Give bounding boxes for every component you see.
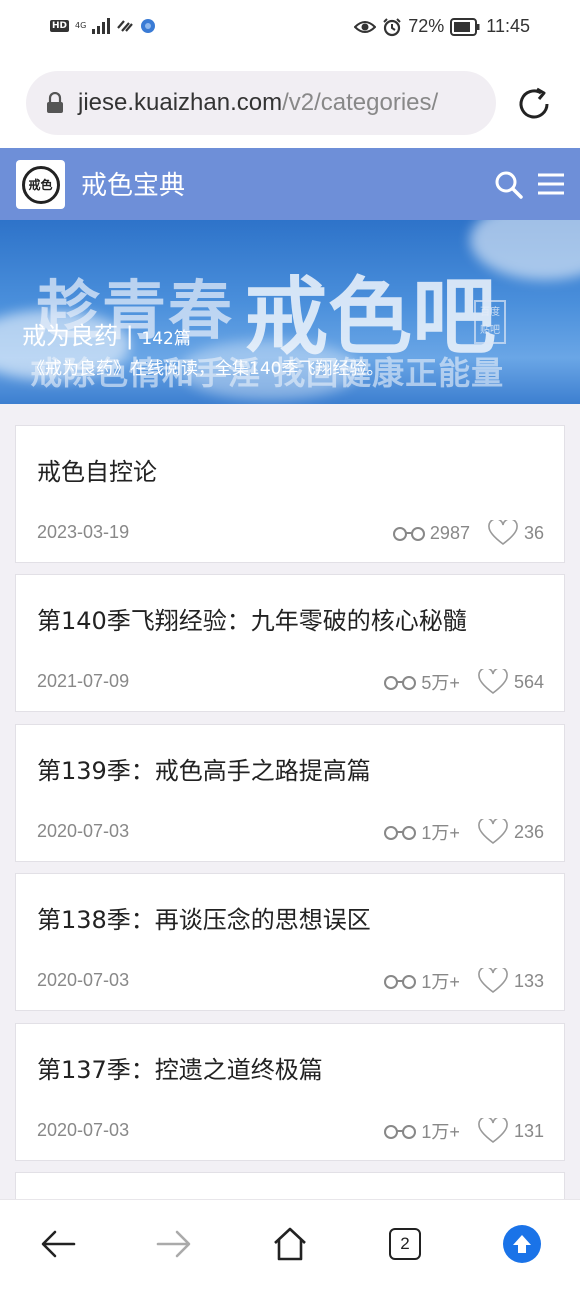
title-separator: | <box>125 322 134 350</box>
browser-bottom-nav: 2 <box>0 1199 580 1289</box>
globe-app-icon <box>141 19 156 33</box>
heart-icon[interactable] <box>478 819 508 845</box>
back-button[interactable] <box>38 1224 78 1264</box>
category-title: 戒为良药 | 142篇 <box>22 316 191 351</box>
article-meta: 1万+ 133 <box>383 968 544 994</box>
article-meta: 1万+ 131 <box>383 1118 544 1144</box>
heart-icon[interactable] <box>478 1118 508 1144</box>
upload-button[interactable] <box>502 1224 542 1264</box>
views-icon <box>384 975 417 989</box>
status-bar: HD 4G 72% 11:45 <box>0 0 580 58</box>
tabs-button[interactable]: 2 <box>385 1224 425 1264</box>
article-date: 2020-07-03 <box>37 1120 130 1140</box>
status-right: 72% 11:45 <box>354 16 530 37</box>
views-icon <box>384 676 417 690</box>
baidu-tieba-seal: 百度贴吧 <box>474 300 506 344</box>
article-card[interactable]: 第140季飞翔经验：九年零破的核心秘髓 2021-07-09 5万+ 564 <box>15 574 565 712</box>
lock-icon <box>47 92 63 113</box>
like-count: 564 <box>513 671 544 692</box>
logo-text: 戒色 <box>28 178 53 192</box>
forward-icon <box>156 1230 191 1258</box>
reload-icon[interactable] <box>514 84 554 124</box>
hd-badge: HD <box>50 20 70 32</box>
view-count: 2987 <box>429 522 470 543</box>
site-header: 戒色 戒色宝典 <box>0 148 580 220</box>
battery-percent: 72% <box>408 16 445 36</box>
article-date: 2020-07-03 <box>37 970 130 990</box>
article-count: 142篇 <box>141 329 191 349</box>
eye-icon <box>354 20 377 33</box>
heart-icon[interactable] <box>478 669 508 695</box>
browser-toolbar: jiese.kuaizhan.com/v2/categories/ <box>0 58 580 148</box>
status-left: HD 4G <box>50 18 156 34</box>
article-title[interactable]: 第139季：戒色高手之路提高篇 <box>37 751 371 786</box>
views-icon <box>384 826 417 840</box>
like-count: 131 <box>513 1120 544 1141</box>
link-icon <box>117 20 134 32</box>
article-date: 2021-07-09 <box>37 671 130 691</box>
search-icon[interactable] <box>494 170 524 200</box>
tab-count: 2 <box>400 1234 410 1253</box>
site-title[interactable]: 戒色宝典 <box>81 165 185 202</box>
heart-icon[interactable] <box>488 520 518 546</box>
article-card[interactable]: 第138季：再谈压念的思想误区 2020-07-03 1万+ 133 <box>15 873 565 1011</box>
article-title[interactable]: 第140季飞翔经验：九年零破的核心秘髓 <box>37 601 467 636</box>
heart-icon[interactable] <box>478 968 508 994</box>
views-icon <box>392 527 425 541</box>
view-count: 5万+ <box>421 673 460 693</box>
article-card[interactable]: 第137季：控遗之道终极篇 2020-07-03 1万+ 131 <box>15 1023 565 1161</box>
signal-icon <box>92 18 111 34</box>
url-domain: jiese.kuaizhan.com <box>78 89 283 116</box>
article-title[interactable]: 第137季：控遗之道终极篇 <box>37 1050 323 1085</box>
article-title[interactable]: 第138季：再谈压念的思想误区 <box>37 900 371 935</box>
upload-icon <box>503 1225 541 1263</box>
category-name: 戒为良药 <box>22 322 118 350</box>
logo-mark: 戒色 <box>21 165 60 204</box>
home-icon <box>274 1227 306 1261</box>
article-meta: 1万+ 236 <box>383 819 544 845</box>
menu-icon[interactable] <box>537 170 565 198</box>
like-count: 133 <box>513 970 544 991</box>
site-logo[interactable]: 戒色 <box>16 160 65 209</box>
like-count: 236 <box>513 821 544 842</box>
article-title[interactable]: 戒色自控论 <box>37 452 157 487</box>
category-description: 《戒为良药》在线阅读，全集140季飞翔经验。 <box>28 359 384 379</box>
clock: 11:45 <box>486 16 530 36</box>
tabs-icon: 2 <box>389 1228 421 1260</box>
article-date: 2023-03-19 <box>37 522 130 542</box>
url-text[interactable]: jiese.kuaizhan.com/v2/categories/ <box>78 89 438 117</box>
alarm-icon <box>383 17 401 36</box>
url-path: /v2/categories/ <box>282 89 439 116</box>
address-bar[interactable]: jiese.kuaizhan.com/v2/categories/ <box>26 71 496 135</box>
view-count: 1万+ <box>421 1122 460 1142</box>
forward-button[interactable] <box>154 1224 194 1264</box>
article-meta: 5万+ 564 <box>383 669 544 695</box>
article-card[interactable]: 第139季：戒色高手之路提高篇 2020-07-03 1万+ 236 <box>15 724 565 862</box>
views-icon <box>384 1125 417 1139</box>
like-count: 36 <box>523 522 544 543</box>
view-count: 1万+ <box>421 972 460 992</box>
back-icon <box>41 1230 76 1258</box>
home-button[interactable] <box>270 1224 310 1264</box>
article-card[interactable]: 戒色自控论 2023-03-19 2987 36 <box>15 425 565 563</box>
article-meta: 2987 36 <box>392 520 544 546</box>
view-count: 1万+ <box>421 823 460 843</box>
network-type: 4G <box>75 21 87 30</box>
battery-icon <box>450 17 480 36</box>
article-date: 2020-07-03 <box>37 821 130 841</box>
